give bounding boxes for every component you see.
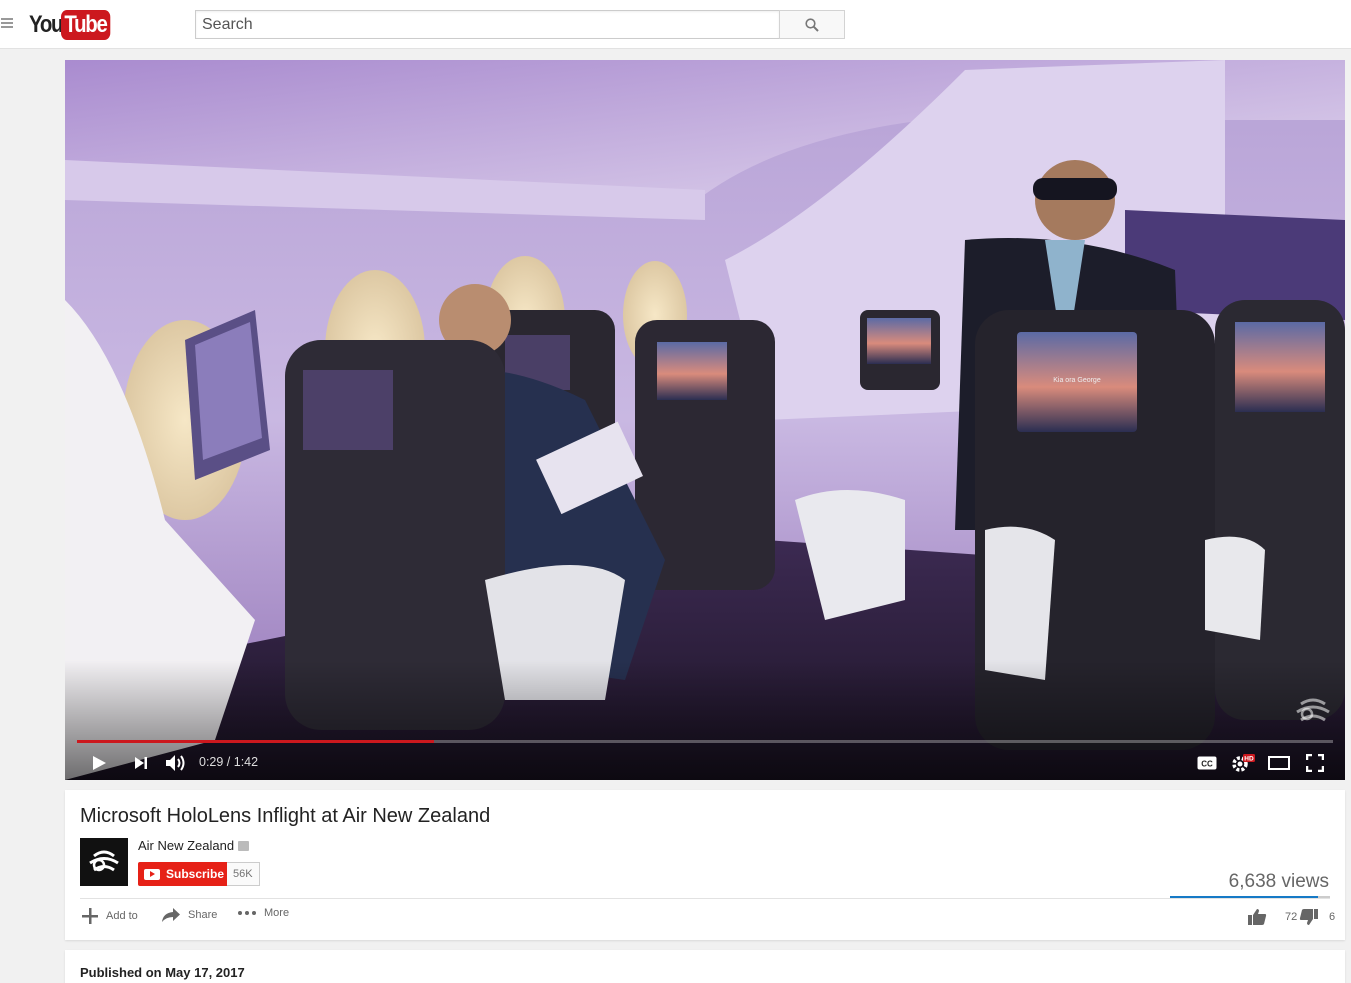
fullscreen-button[interactable] [1303,746,1327,780]
seatback-screen-text: Kia ora George [1053,377,1101,384]
subscribe-button[interactable]: Subscribe [138,862,233,886]
menu-icon[interactable] [0,16,16,32]
channel-avatar[interactable] [80,838,128,886]
air-new-zealand-logo-icon [89,850,119,872]
volume-button[interactable] [163,746,189,780]
progress-played [77,740,434,743]
share-button[interactable]: Share [161,907,217,923]
verified-icon [238,841,250,851]
theater-mode-button[interactable] [1267,746,1291,780]
svg-text:HD: HD [1244,756,1254,763]
play-button[interactable] [87,746,111,780]
video-frame: Kia ora George [65,60,1345,780]
video-info-card: Microsoft HoloLens Inflight at Air New Z… [65,790,1345,940]
search-input[interactable] [195,10,779,39]
like-button[interactable]: 72 [1247,908,1297,926]
progress-bar[interactable] [77,740,1333,743]
channel-name: Air New Zealand [138,838,235,853]
share-arrow-icon [162,908,180,922]
search-icon [805,17,819,32]
published-date: Published on May 17, 2017 [80,965,245,980]
subscriber-count: 56K [227,862,260,886]
thumbs-down-icon [1299,909,1318,925]
dislike-count: 6 [1329,911,1336,923]
settings-hd-icon: HD [1232,754,1255,772]
logo-you-text: You [29,11,63,38]
next-button[interactable] [129,746,153,780]
time-display: 0:29 / 1:42 [199,755,259,769]
more-label: More [264,907,290,919]
youtube-play-icon [144,868,160,880]
like-count: 72 [1285,911,1298,923]
captions-icon: CC [1197,756,1217,770]
more-dots-icon [238,911,256,915]
share-label: Share [188,909,218,921]
channel-watermark-icon[interactable] [1293,692,1333,737]
settings-button[interactable]: HD [1229,746,1257,780]
theater-icon [1268,756,1290,770]
add-to-label: Add to [106,910,138,922]
add-to-button[interactable]: Add to [81,907,138,925]
view-count: 6,638 views [1228,871,1329,892]
dislike-button[interactable]: 6 [1299,908,1335,926]
captions-button[interactable]: CC [1195,746,1219,780]
fullscreen-icon [1306,754,1324,772]
search-button[interactable] [779,10,845,39]
next-icon [135,757,147,769]
volume-icon [166,755,185,771]
divider [80,898,1330,899]
plus-icon [82,908,98,924]
subscribe-label: Subscribe [166,867,225,881]
search-form [195,10,845,39]
channel-name-link[interactable]: Air New Zealand [138,838,250,853]
youtube-logo[interactable]: You Tube [29,9,119,41]
more-button[interactable]: More [237,907,289,919]
svg-text:CC: CC [1201,760,1213,769]
logo-tube-text: Tube [61,10,110,40]
video-player[interactable]: Kia ora George 0:29 / 1:42 CC HD [65,60,1345,780]
masthead: You Tube [0,0,1351,49]
play-icon [93,756,106,770]
video-title: Microsoft HoloLens Inflight at Air New Z… [80,805,491,827]
description-card: Published on May 17, 2017 [65,950,1345,983]
thumbs-up-icon [1248,909,1267,925]
player-controls: 0:29 / 1:42 CC HD [65,746,1345,780]
